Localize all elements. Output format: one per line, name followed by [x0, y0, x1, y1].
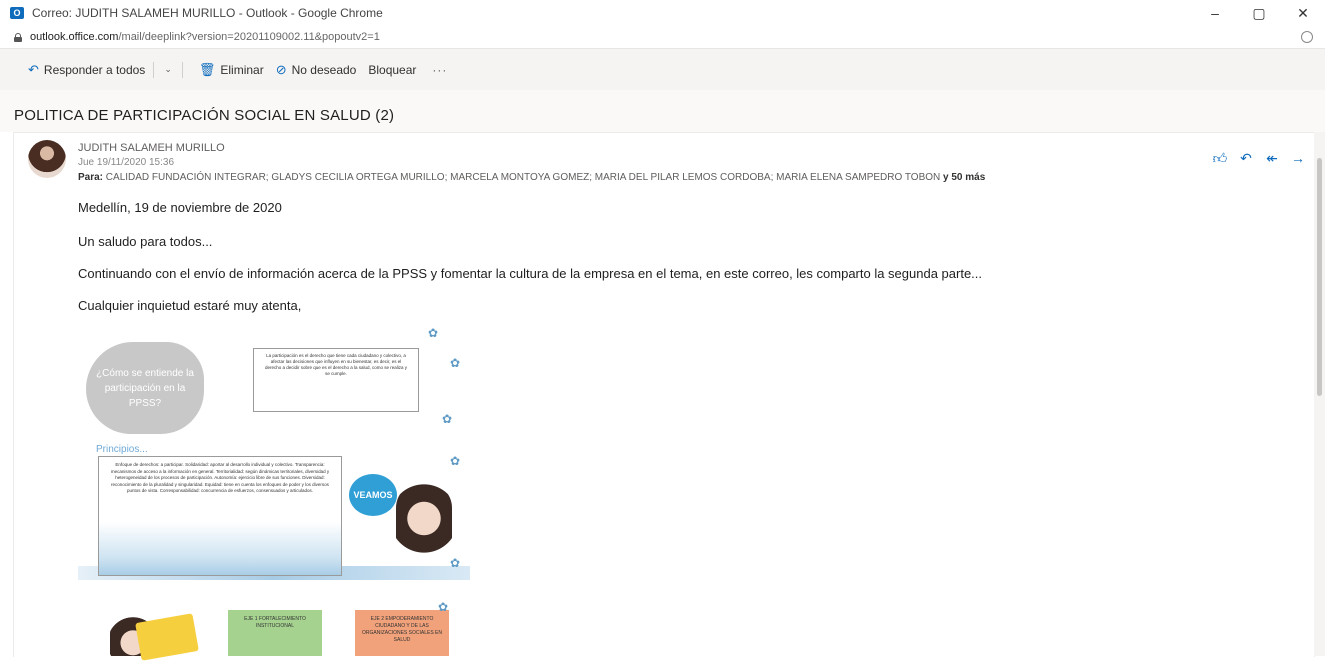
infographic-question: ¿Cómo se entiende la participación en la… [86, 342, 204, 434]
reply-all-icon: ↶ [28, 61, 39, 77]
eje-1-box: EJE 1 FORTALECIMIENTO INSTITUCIONAL [228, 610, 322, 656]
url-text[interactable]: outlook.office.com/mail/deeplink?version… [30, 31, 380, 43]
infographic-image[interactable]: ¿Cómo se entiende la participación en la… [78, 326, 470, 661]
message-date: Jue 19/11/2020 15:36 [78, 157, 175, 168]
block-circle-icon: ⊘ [275, 61, 287, 77]
delete-label: Eliminar [220, 62, 264, 77]
junk-button[interactable]: ⊘ No deseado [270, 56, 363, 84]
command-bar: ↶ Responder a todos ⌄ 🗑 Eliminar ⊘ No de… [0, 49, 1325, 90]
body-paragraph: Medellín, 19 de noviembre de 2020 [78, 200, 282, 215]
junk-label: No deseado [291, 62, 357, 77]
recipients-list[interactable]: CALIDAD FUNDACIÓN INTEGRAR; GLADYS CECIL… [106, 172, 940, 183]
outlook-app-icon: O [10, 7, 24, 19]
delete-button[interactable]: 🗑 Eliminar [193, 56, 270, 84]
window-controls: – ▢ ✕ [1193, 0, 1325, 26]
avatar[interactable] [28, 140, 66, 178]
chevron-down-icon[interactable]: ⌄ [156, 64, 180, 75]
like-icon[interactable]: 👍︎ [1212, 150, 1228, 167]
more-actions-icon[interactable]: ··· [422, 63, 457, 77]
flower-icon: ✿ [442, 412, 453, 426]
minimize-button[interactable]: – [1193, 0, 1237, 26]
reply-all-button[interactable]: ↶ Responder a todos [22, 56, 151, 84]
speech-bubble: VEAMOS [349, 474, 397, 516]
block-button[interactable]: Bloquear [362, 56, 422, 84]
lock-icon [14, 32, 22, 42]
scrollbar-thumb[interactable] [1317, 158, 1322, 396]
window-title: Correo: JUDITH SALAMEH MURILLO - Outlook… [32, 6, 383, 20]
block-label: Bloquear [368, 62, 417, 77]
infographic-definition: La participación es el derecho que tiene… [253, 348, 419, 412]
body-paragraph: Continuando con el envío de información … [78, 266, 983, 281]
trash-icon: 🗑 [198, 61, 216, 77]
more-recipients-link[interactable]: y 50 más [943, 172, 985, 183]
reply-icon[interactable]: ↶ [1238, 150, 1254, 167]
recipients-line: Para: CALIDAD FUNDACIÓN INTEGRAR; GLADYS… [78, 172, 985, 183]
divider [153, 61, 155, 78]
forward-icon[interactable]: → [1290, 150, 1306, 167]
principles-title: Principios... [96, 444, 148, 455]
extension-icon[interactable] [1301, 31, 1313, 43]
message-actions: 👍︎ ↶ ↞ → ··· [1212, 150, 1325, 167]
body-paragraph: Cualquier inquietud estaré muy atenta, [78, 298, 302, 313]
flower-icon: ✿ [450, 356, 461, 370]
flower-icon: ✿ [450, 454, 461, 468]
reply-all-icon[interactable]: ↞ [1264, 150, 1280, 167]
eje-2-box: EJE 2 EMPODERAMIENTO CIUDADANO Y DE LAS … [355, 610, 449, 656]
sender-name[interactable]: JUDITH SALAMEH MURILLO [78, 142, 225, 154]
body-paragraph: Un saludo para todos... [78, 234, 213, 249]
address-bar[interactable]: outlook.office.com/mail/deeplink?version… [0, 26, 1325, 49]
flower-icon: ✿ [450, 556, 461, 570]
browser-title-bar: O Correo: JUDITH SALAMEH MURILLO - Outlo… [0, 0, 1325, 26]
url-path: /mail/deeplink?version=20201109002.11&po… [118, 31, 380, 43]
flower-icon: ✿ [428, 326, 439, 340]
reply-all-label: Responder a todos [43, 62, 146, 77]
close-button[interactable]: ✕ [1281, 0, 1325, 26]
flower-icon: ✿ [438, 600, 449, 614]
to-label: Para: [78, 172, 104, 183]
url-domain: outlook.office.com [30, 31, 119, 43]
woman-illustration [396, 482, 452, 558]
maximize-button[interactable]: ▢ [1237, 0, 1281, 26]
divider [181, 61, 183, 78]
principles-box: Enfoque de derechos: a participar. Solid… [98, 456, 342, 576]
email-subject: POLITICA DE PARTICIPACIÓN SOCIAL EN SALU… [14, 107, 395, 124]
